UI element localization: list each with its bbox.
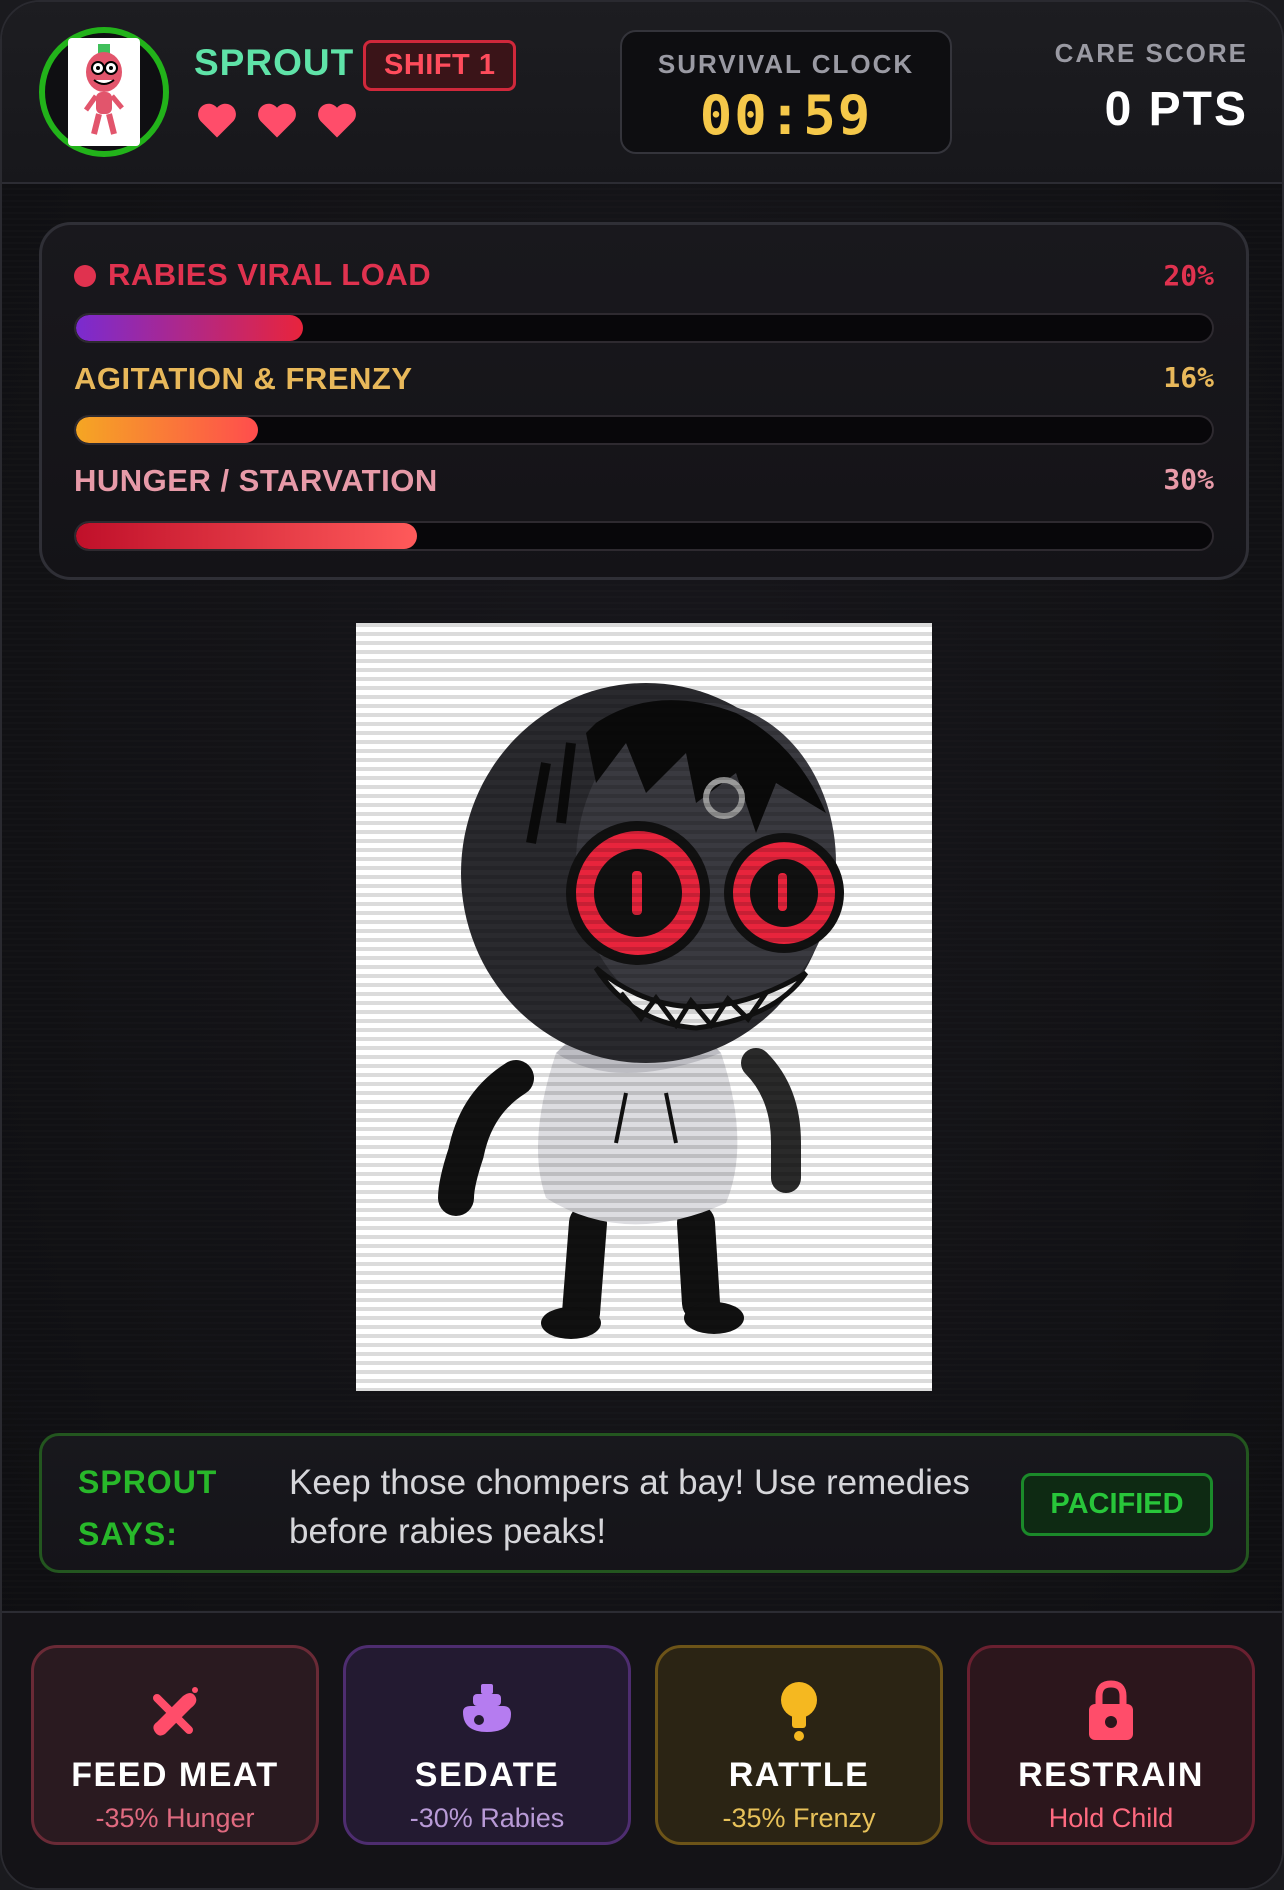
dialog-speaker: SPROUT SAYS: <box>78 1464 218 1552</box>
action-bar: FEED MEAT -35% Hunger SEDATE -30% Rabies… <box>2 1611 1282 1888</box>
clock-value: 00:59 <box>699 84 873 147</box>
clock-label: SURVIVAL CLOCK <box>657 49 915 79</box>
stat-label: AGITATION & FRENZY <box>74 361 413 396</box>
feed-meat-button[interactable]: FEED MEAT -35% Hunger <box>31 1645 319 1845</box>
lock-icon <box>1089 1680 1133 1740</box>
status-badge: PACIFIED <box>1021 1473 1213 1536</box>
dialog-box: SPROUT SAYS: Keep those chompers at bay!… <box>39 1433 1249 1573</box>
stat-bar-fill <box>76 417 258 443</box>
header-bar: SPROUT SHIFT 1 SURVIVAL CLOCK 00:59 CARE… <box>2 2 1282 184</box>
rattle-icon <box>781 1682 817 1741</box>
action-subtitle: -35% Frenzy <box>722 1803 876 1833</box>
stat-percent: 30% <box>1163 463 1214 496</box>
action-subtitle: -35% Hunger <box>95 1803 255 1833</box>
stat-label-text: RABIES VIRAL LOAD <box>108 257 432 292</box>
character-avatar <box>39 27 169 157</box>
sedate-button[interactable]: SEDATE -30% Rabies <box>343 1645 631 1845</box>
stat-percent: 20% <box>1163 259 1214 292</box>
stat-bar-fill <box>76 523 417 549</box>
stats-panel: RABIES VIRAL LOAD 20% AGITATION & FRENZY… <box>39 222 1249 580</box>
survival-clock: SURVIVAL CLOCK 00:59 <box>620 30 952 154</box>
action-subtitle: -30% Rabies <box>409 1803 565 1833</box>
stat-bar-fill <box>76 315 304 341</box>
shift-badge: SHIFT 1 <box>363 40 517 91</box>
score-label: CARE SCORE <box>1054 38 1248 68</box>
action-title: SEDATE <box>414 1756 560 1794</box>
stat-label: RABIES VIRAL LOAD <box>74 257 431 293</box>
character-name: SPROUT <box>194 42 355 83</box>
sedative-icon <box>463 1684 511 1732</box>
stat-label: HUNGER / STARVATION <box>74 463 438 498</box>
avatar-portrait <box>68 38 140 146</box>
stat-bar-track <box>74 313 1214 343</box>
heart-icon <box>198 103 236 138</box>
score-value: 0 PTS <box>1104 83 1248 136</box>
stat-percent: 16% <box>1163 361 1214 394</box>
rattle-button[interactable]: RATTLE -35% Frenzy <box>655 1645 943 1845</box>
heart-icon <box>258 103 296 138</box>
restrain-button[interactable]: RESTRAIN Hold Child <box>967 1645 1255 1845</box>
meat-icon <box>153 1687 198 1736</box>
heart-icon <box>318 103 356 138</box>
stat-bar-track <box>74 521 1214 551</box>
game-frame: SPROUT SHIFT 1 SURVIVAL CLOCK 00:59 CARE… <box>0 0 1284 1890</box>
dialog-message: Keep those chompers at bay! Use remedies… <box>289 1463 970 1551</box>
action-title: FEED MEAT <box>71 1756 279 1794</box>
lives-hearts <box>196 100 358 140</box>
action-subtitle: Hold Child <box>1048 1803 1174 1833</box>
character-stage[interactable] <box>356 623 932 1391</box>
action-title: RESTRAIN <box>1018 1756 1204 1794</box>
infected-child-sprite <box>438 683 844 1339</box>
alert-dot-icon <box>74 265 96 287</box>
stat-bar-track <box>74 415 1214 445</box>
action-title: RATTLE <box>728 1756 870 1794</box>
